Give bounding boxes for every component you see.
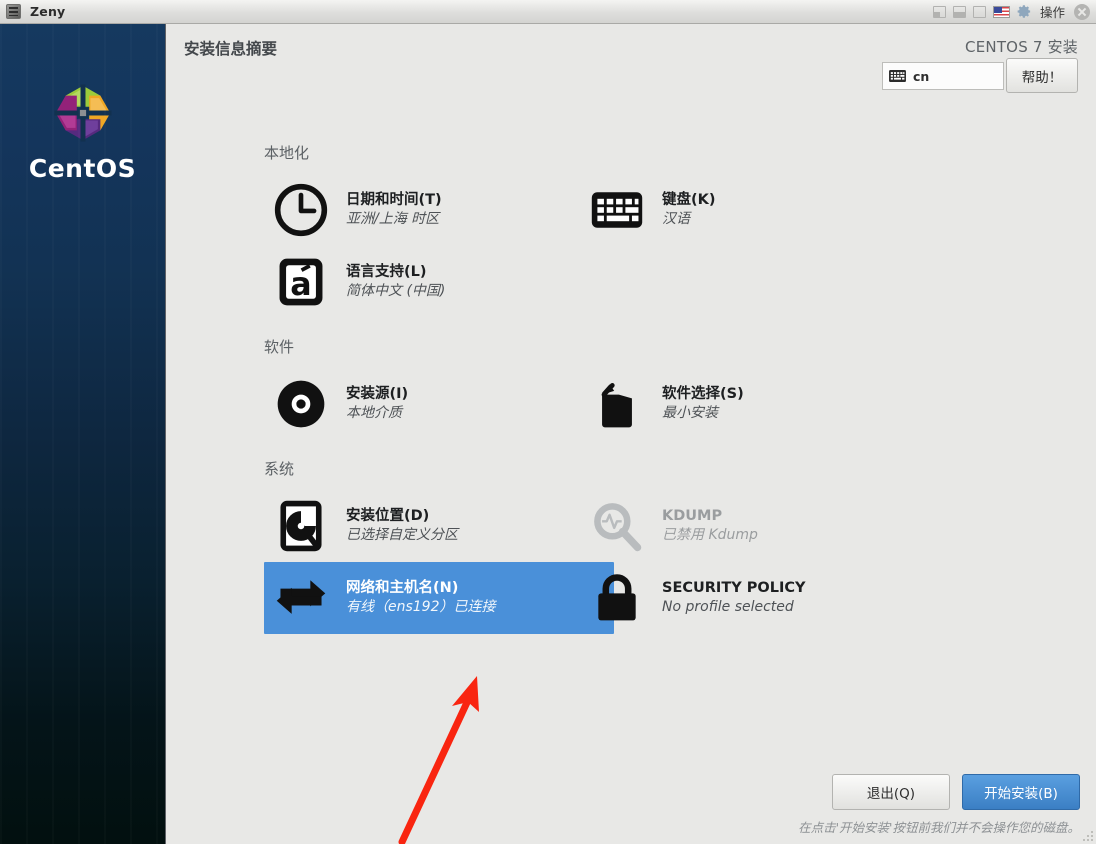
column-right	[580, 246, 994, 318]
settings-item-text: 安装源(I) 本地介质	[346, 385, 408, 423]
settings-item-software-selection[interactable]: 软件选择(S) 最小安装	[580, 368, 930, 440]
column-left: 安装源(I) 本地介质	[166, 368, 580, 440]
maximize-icon[interactable]	[952, 5, 966, 18]
settings-item-subtitle: 已选择自定义分区	[346, 527, 458, 544]
restore-icon[interactable]	[972, 5, 986, 18]
settings-item-title: 软件选择(S)	[662, 386, 744, 403]
settings-item-language-support[interactable]: a 语言支持(L) 简体中文 (中国)	[264, 246, 614, 318]
settings-item-keyboard[interactable]: 键盘(K) 汉语	[580, 174, 930, 246]
settings-item-kdump: KDUMP 已禁用 Kdump	[580, 490, 930, 562]
section-title-localization: 本地化	[264, 144, 310, 162]
footer-buttons: 退出(Q) 开始安装(B)	[798, 774, 1080, 810]
column-left: 日期和时间(T) 亚洲/上海 时区	[166, 174, 580, 246]
disc-icon	[272, 375, 330, 433]
magnifier-icon	[588, 497, 646, 555]
section-row: 网络和主机名(N) 有线（ens192）已连接 SECURITY POLICY No …	[166, 562, 1096, 634]
centos-logo-icon	[53, 84, 112, 142]
column-right: 软件选择(S) 最小安装	[580, 368, 994, 440]
section-row: 安装源(I) 本地介质 软件选择(S) 最小安装	[166, 368, 1096, 440]
titlebar-buttons: 操作	[932, 2, 1092, 21]
settings-item-subtitle: 有线（ens192）已连接	[346, 599, 496, 616]
column-right: 键盘(K) 汉语	[580, 174, 994, 246]
help-button[interactable]: 帮助！	[1006, 58, 1078, 93]
svg-text:a: a	[290, 267, 311, 303]
settings-item-subtitle: 亚洲/上海 时区	[346, 211, 440, 228]
main-pane: 安装信息摘要 CENTOS 7 安装 cn 帮助！ 本地化 日期和时间(T) 亚…	[166, 24, 1096, 844]
section-row: 安装位置(D) 已选择自定义分区 KDUMP 已禁用 Kdump	[166, 490, 1096, 562]
window-body: CentOS 安装信息摘要 CENTOS 7 安装 cn 帮助！ 本地化 日期和…	[0, 24, 1096, 844]
settings-item-title: 网络和主机名(N)	[346, 580, 459, 597]
minimize-icon[interactable]	[932, 5, 946, 18]
sidebar-branding: CentOS	[0, 24, 166, 844]
settings-item-network-hostname[interactable]: 网络和主机名(N) 有线（ens192）已连接	[264, 562, 614, 634]
section-row: 日期和时间(T) 亚洲/上海 时区 键盘(K) 汉语	[166, 174, 1096, 246]
column-left: a 语言支持(L) 简体中文 (中国)	[166, 246, 580, 318]
close-icon[interactable]	[1074, 3, 1090, 20]
keyboard-layout-indicator[interactable]: cn	[882, 62, 1004, 90]
brand-header: CENTOS 7 安装	[965, 38, 1078, 56]
settings-item-text: SECURITY POLICY No profile selected	[662, 579, 806, 617]
settings-item-text: 软件选择(S) 最小安装	[662, 385, 744, 423]
section-title-system: 系统	[264, 460, 295, 478]
settings-item-subtitle: 简体中文 (中国)	[346, 283, 446, 300]
section-title-software: 软件	[264, 338, 295, 356]
settings-item-date-time[interactable]: 日期和时间(T) 亚洲/上海 时区	[264, 174, 614, 246]
settings-item-title: 安装位置(D)	[346, 508, 430, 525]
footer: 退出(Q) 开始安装(B) 在点击'开始安装'按钮前我们并不会操作您的磁盘。	[798, 774, 1080, 836]
red-annotation-arrow	[398, 676, 479, 844]
settings-item-title: 日期和时间(T)	[346, 192, 442, 209]
terminal-icon	[6, 4, 21, 19]
settings-item-security-policy[interactable]: SECURITY POLICY No profile selected	[580, 562, 930, 634]
settings-item-subtitle: 已禁用 Kdump	[662, 527, 758, 544]
actions-menu-label[interactable]: 操作	[1040, 2, 1065, 21]
footer-note: 在点击'开始安装'按钮前我们并不会操作您的磁盘。	[798, 820, 1080, 835]
language-icon: a	[272, 253, 330, 311]
settings-item-subtitle: 最小安装	[662, 405, 718, 422]
settings-item-installation-source[interactable]: 安装源(I) 本地介质	[264, 368, 614, 440]
centos-logo-text: CentOS	[28, 154, 137, 183]
column-right: SECURITY POLICY No profile selected	[580, 562, 994, 634]
window-title: Zeny	[30, 4, 66, 19]
settings-item-installation-destination[interactable]: 安装位置(D) 已选择自定义分区	[264, 490, 614, 562]
harddisk-icon	[272, 497, 330, 555]
resize-grip[interactable]	[1080, 828, 1094, 842]
package-icon	[588, 375, 646, 433]
settings-item-title: 语言支持(L)	[346, 264, 427, 281]
network-arrows-icon	[272, 569, 330, 627]
settings-item-text: 网络和主机名(N) 有线（ens192）已连接	[346, 579, 496, 617]
settings-item-text: KDUMP 已禁用 Kdump	[662, 507, 758, 545]
installer-window: Zeny 操作 CentOS 安装信息摘要 CENTOS 7 安装 cn 帮助！…	[0, 0, 1096, 844]
quit-button[interactable]: 退出(Q)	[832, 774, 950, 810]
column-left: 安装位置(D) 已选择自定义分区	[166, 490, 580, 562]
settings-item-title: 键盘(K)	[662, 192, 716, 209]
settings-item-subtitle: 本地介质	[346, 405, 402, 422]
settings-item-title: 安装源(I)	[346, 386, 409, 403]
settings-sections: 本地化日期和时间(T) 亚洲/上海 时区 键盘(K) 汉语 a 语言支持(L) 简体中文 (…	[166, 142, 1096, 652]
section-system: 系统安装位置(D) 已选择自定义分区 KDUMP 已禁用 Kdump 网络和主机名(N)…	[166, 458, 1096, 634]
settings-item-title: SECURITY POLICY	[662, 580, 806, 597]
settings-item-text: 日期和时间(T) 亚洲/上海 时区	[346, 191, 442, 229]
titlebar: Zeny 操作	[0, 0, 1096, 24]
centos-logo: CentOS	[0, 82, 165, 183]
keyboard-layout-label: cn	[913, 68, 930, 84]
begin-installation-button[interactable]: 开始安装(B)	[962, 774, 1080, 810]
settings-item-text: 键盘(K) 汉语	[662, 191, 716, 229]
keyboard-icon	[588, 181, 646, 239]
column-right: KDUMP 已禁用 Kdump	[580, 490, 994, 562]
gear-icon[interactable]	[1017, 4, 1032, 19]
clock-icon	[272, 181, 330, 239]
settings-item-subtitle: 汉语	[662, 211, 690, 228]
settings-item-text: 安装位置(D) 已选择自定义分区	[346, 507, 458, 545]
section-localization: 本地化日期和时间(T) 亚洲/上海 时区 键盘(K) 汉语 a 语言支持(L) 简体中文 (…	[166, 142, 1096, 318]
settings-item-subtitle: No profile selected	[662, 599, 794, 616]
page-title: 安装信息摘要	[184, 40, 278, 58]
keyboard-icon	[889, 70, 906, 82]
section-software: 软件安装源(I) 本地介质 软件选择(S) 最小安装	[166, 336, 1096, 440]
settings-item-title: KDUMP	[662, 508, 723, 525]
section-row: a 语言支持(L) 简体中文 (中国)	[166, 246, 1096, 318]
lock-icon	[588, 569, 646, 627]
settings-item-text: 语言支持(L) 简体中文 (中国)	[346, 263, 445, 301]
us-flag-icon[interactable]	[992, 5, 1010, 18]
column-left: 网络和主机名(N) 有线（ens192）已连接	[166, 562, 614, 634]
